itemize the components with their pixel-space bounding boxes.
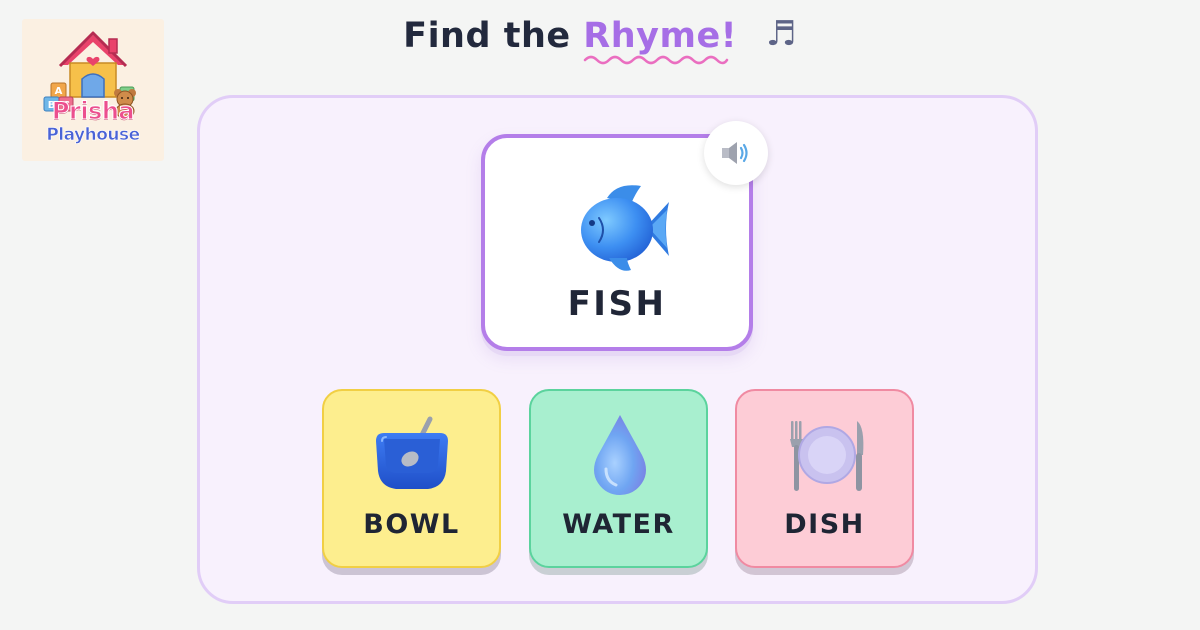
- block-letter-a: A: [55, 86, 63, 97]
- target-word-label: FISH: [567, 284, 667, 324]
- option-card-bowl[interactable]: BOWL: [322, 389, 501, 568]
- fish-icon: [581, 185, 669, 271]
- option-label-water: WATER: [562, 509, 675, 540]
- music-notes-icon: ♬: [765, 14, 797, 54]
- option-card-dish[interactable]: DISH: [735, 389, 914, 568]
- logo-title: Prisha: [51, 97, 135, 126]
- logo-subtitle: Playhouse: [46, 125, 140, 146]
- page-title: Find the Rhyme! ♬: [0, 14, 1200, 65]
- title-highlight: Rhyme!: [583, 16, 738, 65]
- title-highlight-text: Rhyme!: [583, 16, 738, 56]
- option-label-bowl: BOWL: [363, 509, 460, 540]
- squiggle-underline: [584, 55, 729, 65]
- bowl-icon: [376, 416, 448, 489]
- speaker-icon: [722, 142, 748, 164]
- title-prefix: Find the: [403, 16, 571, 56]
- plate-icon: [790, 421, 864, 491]
- play-audio-button[interactable]: [704, 121, 768, 185]
- option-label-dish: DISH: [784, 509, 865, 540]
- option-card-water[interactable]: WATER: [529, 389, 708, 568]
- water-drop-icon: [594, 415, 646, 495]
